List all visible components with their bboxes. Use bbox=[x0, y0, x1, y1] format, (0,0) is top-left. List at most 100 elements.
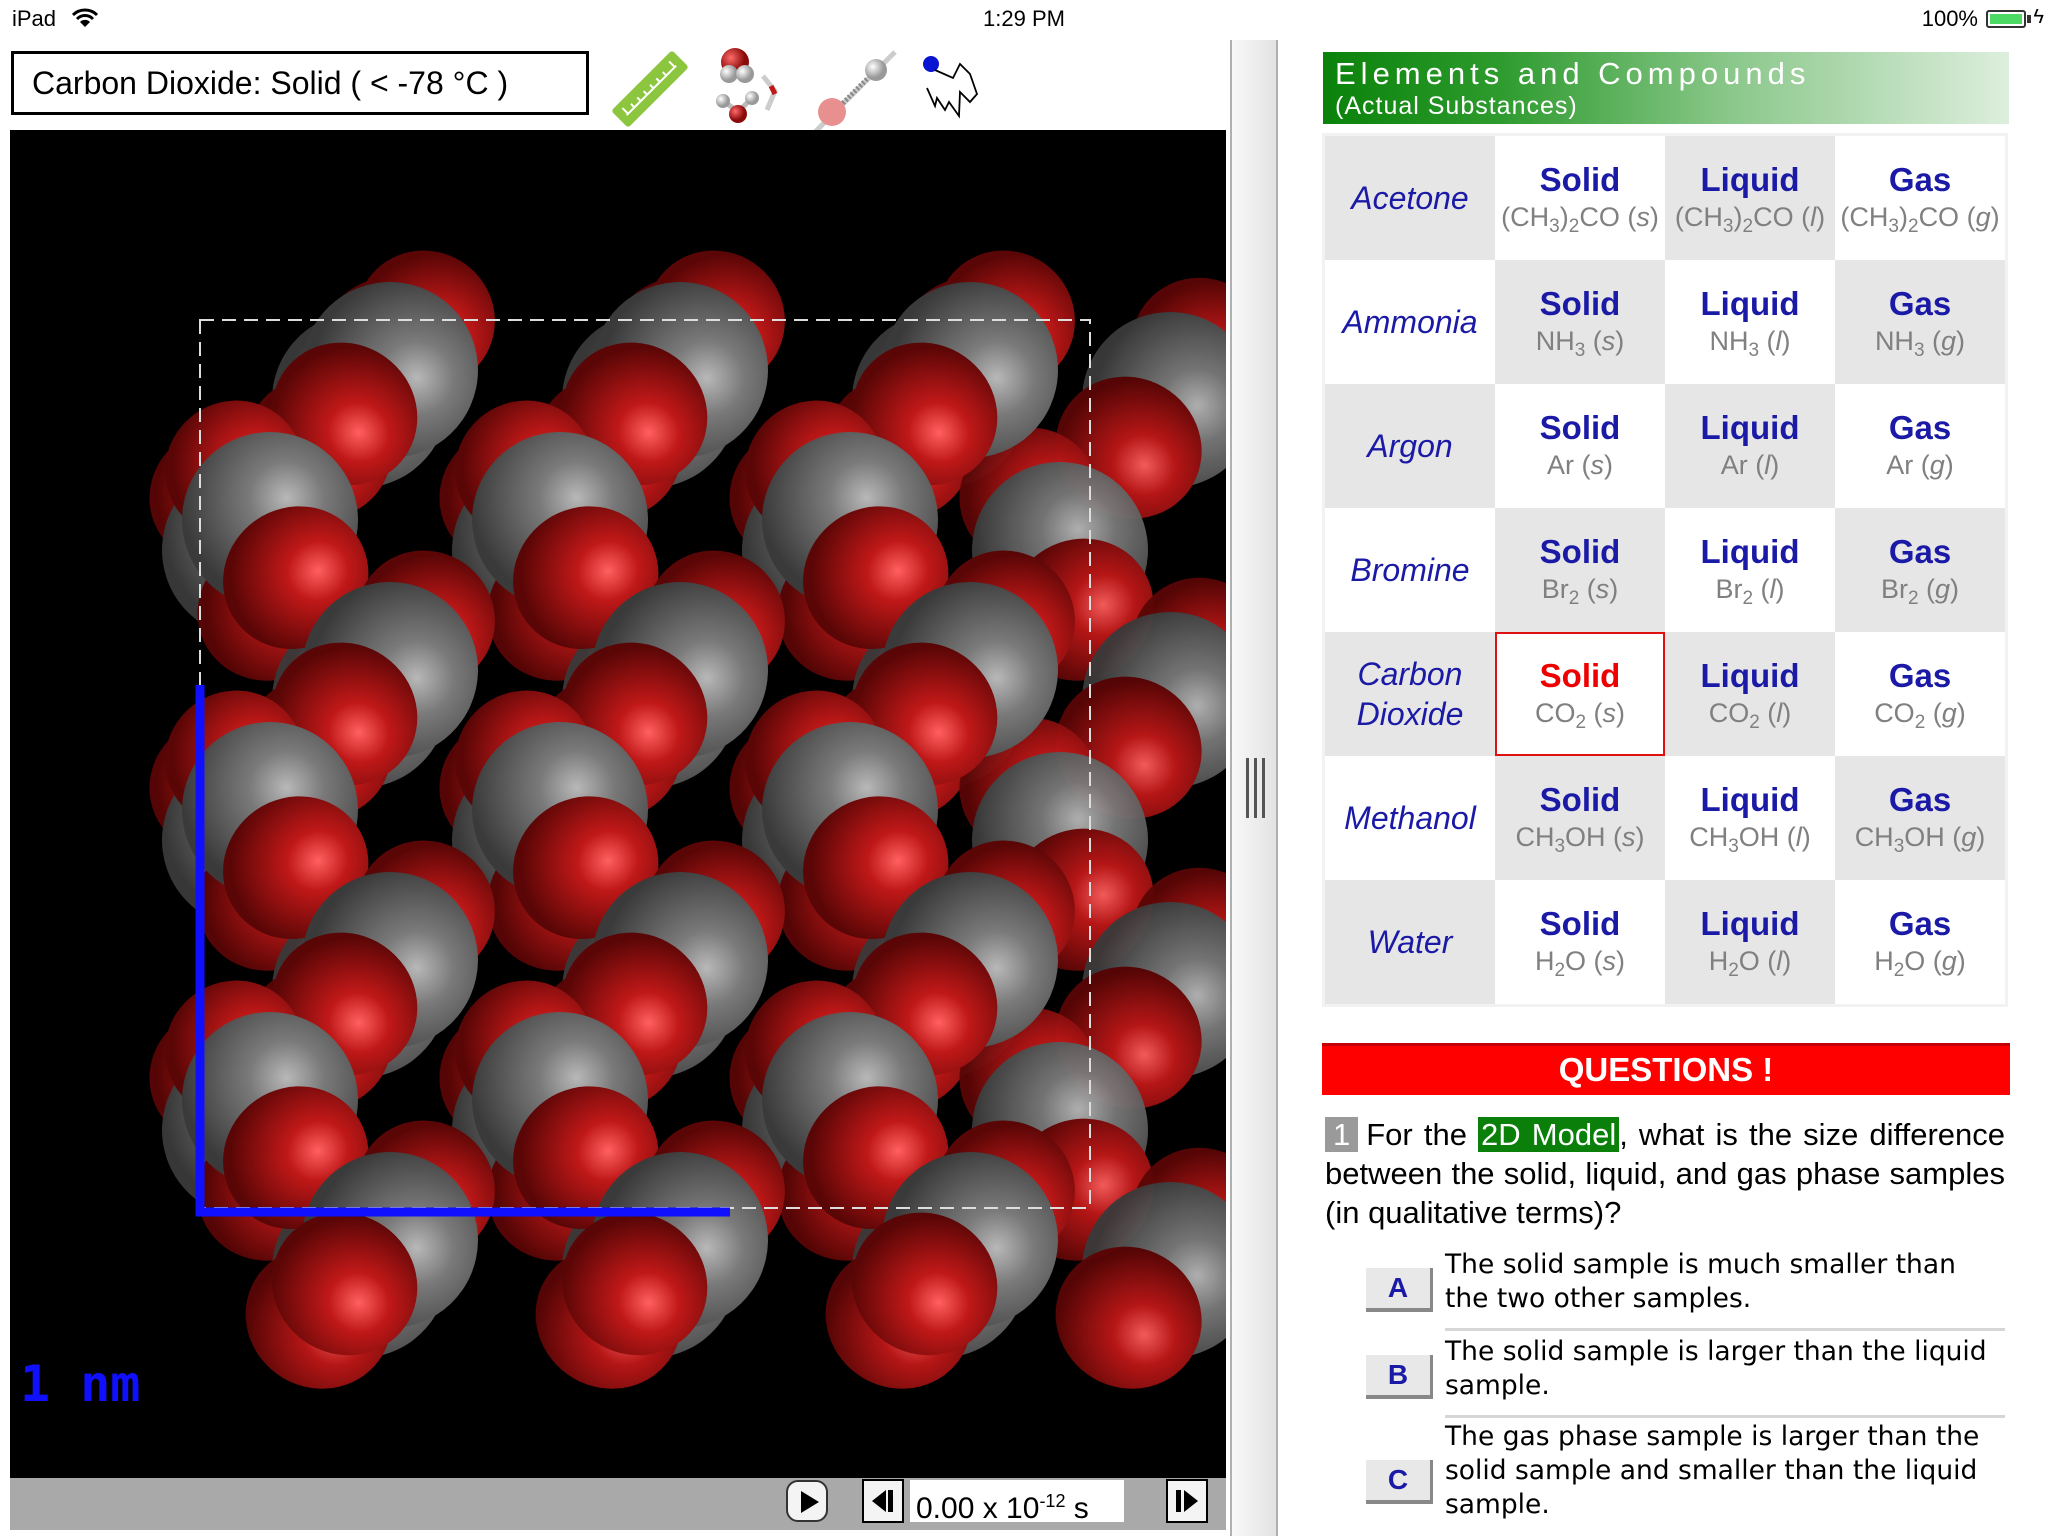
phase-cell-solid[interactable]: Solid CH3OH (s) bbox=[1495, 756, 1665, 880]
status-bar: iPad 1:29 PM 100% ϟ bbox=[0, 0, 2048, 40]
phase-label: Solid bbox=[1539, 285, 1621, 322]
phase-cell-gas[interactable]: Gas CH3OH (g) bbox=[1835, 756, 2007, 880]
phase-label: Gas bbox=[1888, 781, 1952, 818]
phase-label: Solid bbox=[1539, 533, 1621, 570]
formula: CH3OH (g) bbox=[1854, 822, 1986, 857]
answer-button-c[interactable]: C bbox=[1366, 1460, 1433, 1504]
substance-row: Ammonia Solid NH3 (s) Liquid NH3 (l) Gas NH3 (… bbox=[1323, 260, 2007, 384]
phase-label: Gas bbox=[1888, 161, 1952, 198]
phase-label: Liquid bbox=[1700, 409, 1800, 446]
substance-row: Water Solid H2O (s) Liquid H2O (l) Gas H2O (g) bbox=[1323, 880, 2007, 1006]
phase-label: Gas bbox=[1888, 285, 1952, 322]
formula: Ar (l) bbox=[1720, 450, 1780, 480]
ball-stick-icon[interactable] bbox=[810, 44, 900, 134]
formula: (CH3)2CO (s) bbox=[1501, 202, 1659, 237]
phase-label: Gas bbox=[1888, 657, 1952, 694]
battery-percent: 100% bbox=[1921, 6, 1978, 31]
battery-icon bbox=[1986, 10, 2026, 28]
phase-label: Solid bbox=[1539, 905, 1621, 942]
random-walk-icon[interactable] bbox=[915, 44, 1005, 134]
question-number: 1 bbox=[1325, 1117, 1359, 1152]
co2-crystal-lattice[interactable] bbox=[10, 130, 1226, 1478]
panel-subtitle: (Actual Substances) bbox=[1335, 92, 1578, 120]
answer-divider bbox=[1445, 1415, 2005, 1418]
panel-title: Elements and Compounds bbox=[1335, 56, 1811, 91]
formula: NH3 (s) bbox=[1535, 326, 1625, 361]
phase-cell-liquid[interactable]: Liquid NH3 (l) bbox=[1665, 260, 1835, 384]
formula: Br2 (g) bbox=[1880, 574, 1960, 609]
formula: NH3 (l) bbox=[1709, 326, 1791, 361]
phase-cell-gas[interactable]: Gas Ar (g) bbox=[1835, 384, 2007, 508]
answer-text-c: The gas phase sample is larger than the … bbox=[1445, 1421, 1980, 1520]
formula: (CH3)2CO (l) bbox=[1674, 202, 1826, 237]
phase-cell-liquid[interactable]: Liquid Ar (l) bbox=[1665, 384, 1835, 508]
formula: NH3 (g) bbox=[1874, 326, 1966, 361]
phase-cell-gas[interactable]: Gas (CH3)2CO (g) bbox=[1835, 134, 2007, 260]
formula: CH3OH (l) bbox=[1689, 822, 1811, 857]
phase-cell-gas[interactable]: Gas H2O (g) bbox=[1835, 880, 2007, 1006]
phase-cell-solid[interactable]: Solid Ar (s) bbox=[1495, 384, 1665, 508]
formula: H2O (g) bbox=[1874, 946, 1966, 981]
phase-cell-liquid[interactable]: Liquid CH3OH (l) bbox=[1665, 756, 1835, 880]
hydrogen-bond-icon[interactable] bbox=[705, 44, 795, 134]
phase-cell-solid[interactable]: Solid CO2 (s) bbox=[1495, 632, 1665, 756]
phase-cell-liquid[interactable]: Liquid CO2 (l) bbox=[1665, 632, 1835, 756]
molecule-viewer[interactable]: 1 nm bbox=[10, 130, 1226, 1478]
phase-cell-solid[interactable]: Solid H2O (s) bbox=[1495, 880, 1665, 1006]
clock: 1:29 PM bbox=[983, 6, 1065, 31]
panel-header: Elements and Compounds (Actual Substance… bbox=[1323, 52, 2009, 124]
phase-label: Gas bbox=[1888, 905, 1952, 942]
questions-header: QUESTIONS ! bbox=[1322, 1043, 2010, 1095]
play-button[interactable] bbox=[786, 1480, 828, 1522]
formula: Br2 (s) bbox=[1541, 574, 1619, 609]
phase-cell-liquid[interactable]: Liquid Br2 (l) bbox=[1665, 508, 1835, 632]
formula: Br2 (l) bbox=[1715, 574, 1785, 609]
phase-label: Liquid bbox=[1700, 781, 1800, 818]
phase-cell-gas[interactable]: Gas NH3 (g) bbox=[1835, 260, 2007, 384]
step-forward-button[interactable] bbox=[1166, 1479, 1208, 1523]
phase-cell-solid[interactable]: Solid Br2 (s) bbox=[1495, 508, 1665, 632]
formula: Ar (s) bbox=[1547, 450, 1613, 480]
phase-label: Solid bbox=[1539, 409, 1621, 446]
question-1: 1 For the 2D Model, what is the size diff… bbox=[1325, 1115, 2005, 1232]
step-back-button[interactable] bbox=[862, 1479, 904, 1523]
phase-cell-liquid[interactable]: Liquid (CH3)2CO (l) bbox=[1665, 134, 1835, 260]
question-text-before: For the bbox=[1366, 1117, 1479, 1152]
substance-name: Methanol bbox=[1323, 756, 1495, 880]
substance-row: Acetone Solid (CH3)2CO (s) Liquid (CH3)2CO (… bbox=[1323, 134, 2007, 260]
phase-cell-solid[interactable]: Solid NH3 (s) bbox=[1495, 260, 1665, 384]
answer-divider bbox=[1445, 1328, 2005, 1331]
formula: H2O (s) bbox=[1534, 946, 1626, 981]
simulation-title: Carbon Dioxide: Solid ( < -78 °C ) bbox=[11, 51, 589, 115]
model-highlight: 2D Model bbox=[1478, 1117, 1620, 1152]
answer-button-a[interactable]: A bbox=[1366, 1268, 1433, 1312]
phase-label: Liquid bbox=[1700, 285, 1800, 322]
formula: (CH3)2CO (g) bbox=[1840, 202, 2000, 237]
time-exponent: -12 bbox=[1039, 1491, 1066, 1511]
phase-label: Liquid bbox=[1700, 161, 1800, 198]
battery-tip bbox=[2027, 15, 2031, 23]
phase-cell-gas[interactable]: Gas CO2 (g) bbox=[1835, 632, 2007, 756]
phase-cell-solid[interactable]: Solid (CH3)2CO (s) bbox=[1495, 134, 1665, 260]
time-display: 0.00 x 10-12 s bbox=[910, 1480, 1124, 1525]
phase-cell-gas[interactable]: Gas Br2 (g) bbox=[1835, 508, 2007, 632]
answer-text-b: The solid sample is larger than the liqu… bbox=[1445, 1336, 1987, 1401]
charging-bolt-icon: ϟ bbox=[2033, 6, 2044, 28]
substance-name: Ammonia bbox=[1323, 260, 1495, 384]
formula: CH3OH (s) bbox=[1515, 822, 1645, 857]
splitter-grip-icon[interactable] bbox=[1246, 758, 1266, 818]
ruler-icon[interactable] bbox=[605, 44, 695, 134]
formula: CO2 (s) bbox=[1534, 698, 1626, 733]
phase-cell-liquid[interactable]: Liquid H2O (l) bbox=[1665, 880, 1835, 1006]
substance-name: Argon bbox=[1323, 384, 1495, 508]
answer-text-a: The solid sample is much smaller than th… bbox=[1445, 1249, 1956, 1314]
phase-label: Gas bbox=[1888, 533, 1952, 570]
answer-button-b[interactable]: B bbox=[1366, 1355, 1433, 1399]
time-prefix: 0.00 x 10 bbox=[916, 1492, 1040, 1525]
phase-label: Solid bbox=[1539, 781, 1621, 818]
phase-label: Solid bbox=[1539, 657, 1621, 694]
formula: Ar (g) bbox=[1886, 450, 1954, 480]
formula: CO2 (l) bbox=[1708, 698, 1792, 733]
scale-label: 1 nm bbox=[20, 1355, 141, 1413]
substance-row: Argon Solid Ar (s) Liquid Ar (l) Gas Ar (g) bbox=[1323, 384, 2007, 508]
